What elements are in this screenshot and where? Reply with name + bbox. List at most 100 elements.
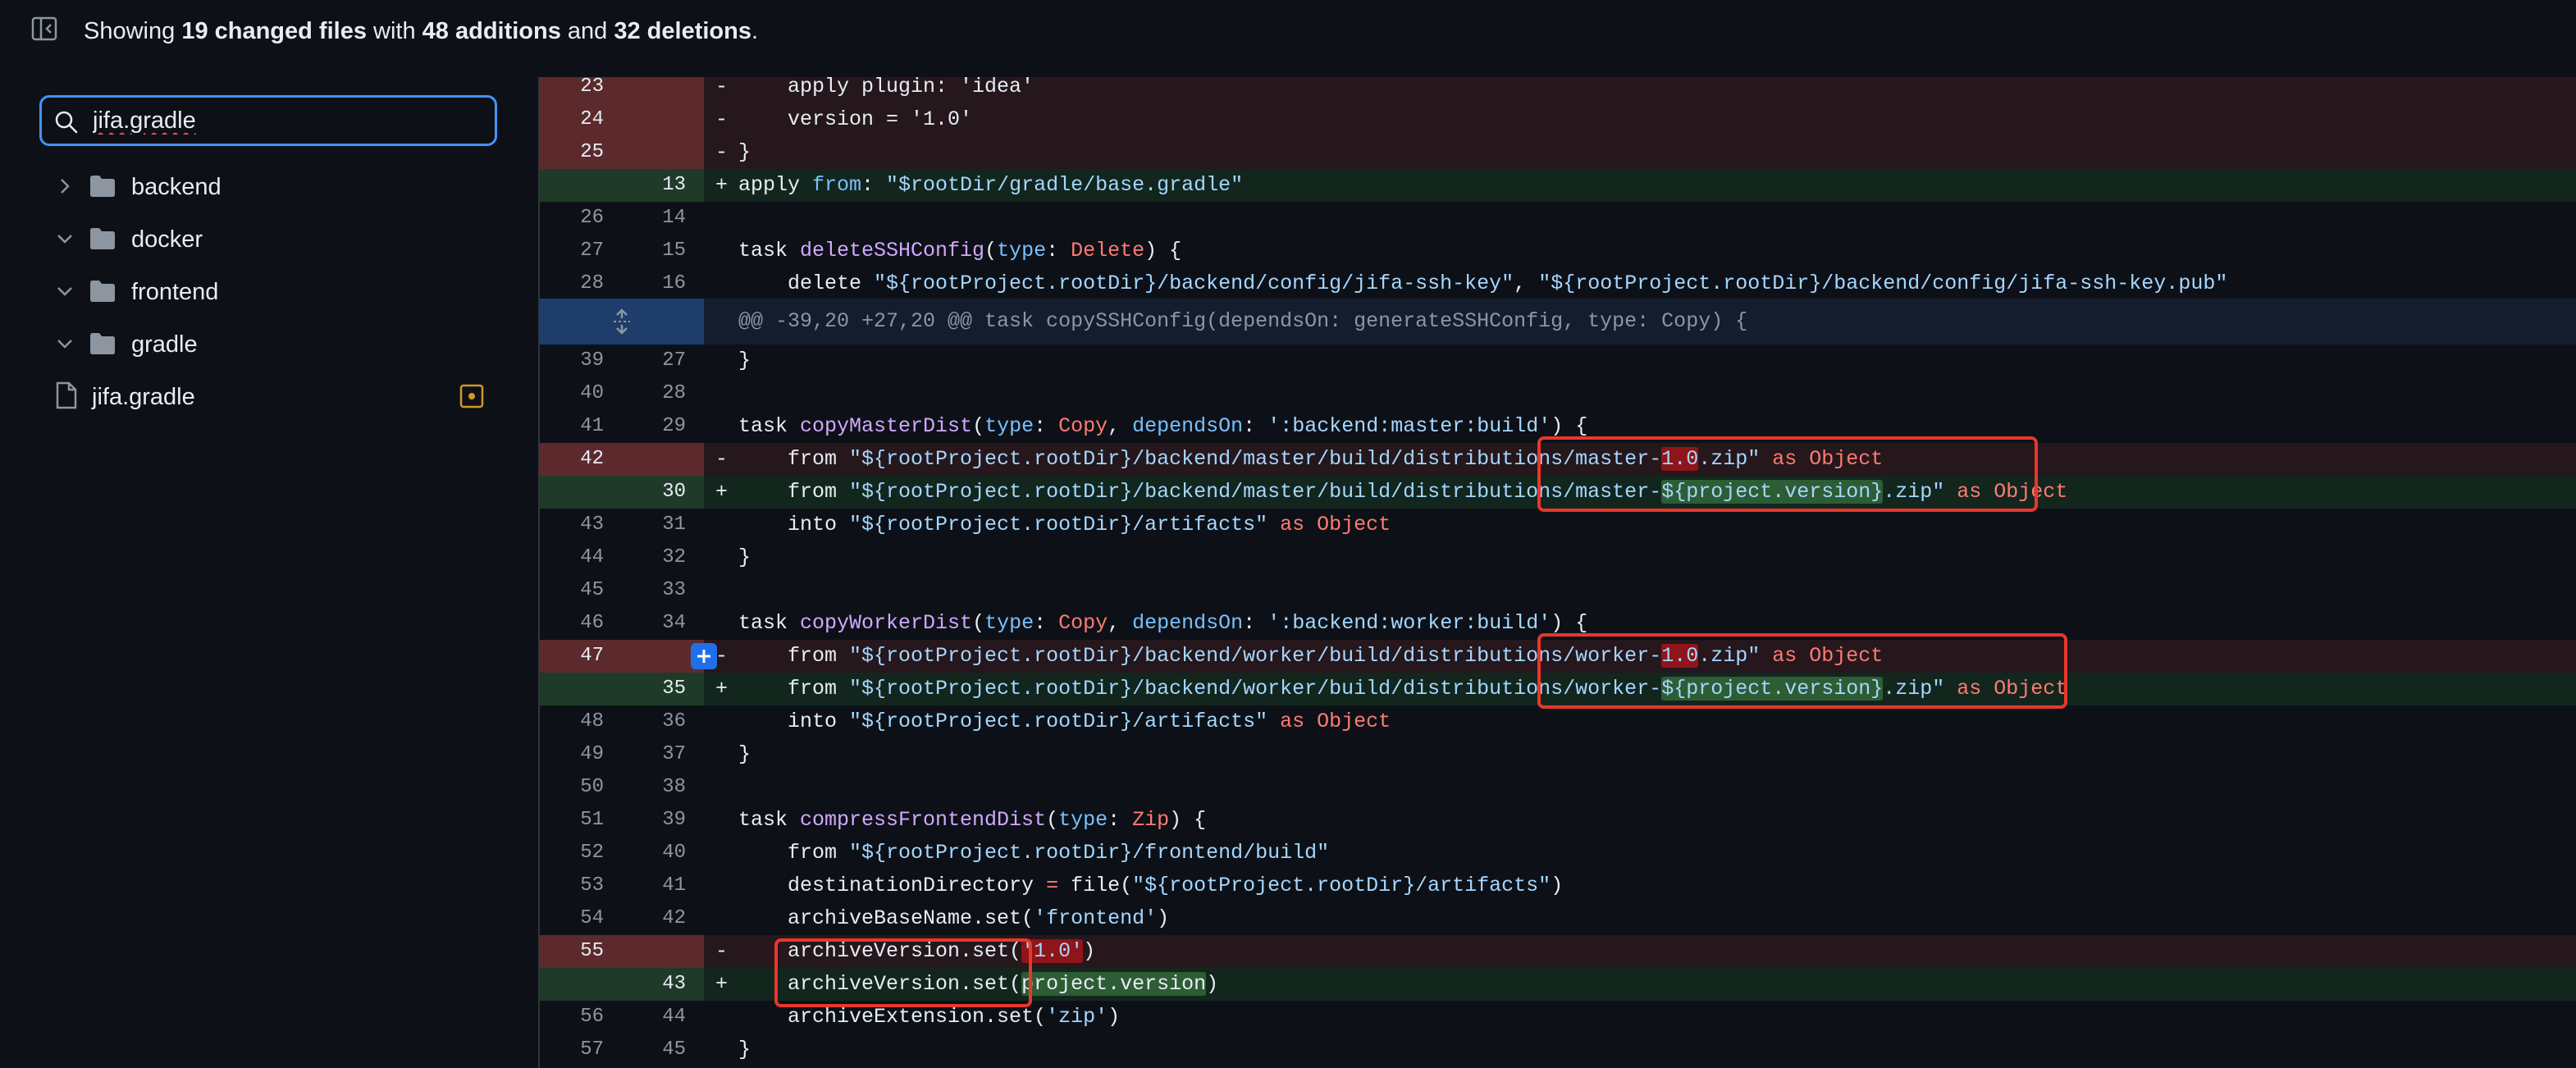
old-line-number[interactable]: 56 [540,1001,622,1034]
new-line-number[interactable]: 36 [622,705,704,738]
diff-line-context[interactable]: 44 32 } [540,541,2576,574]
old-line-number[interactable] [540,476,622,509]
diff-line-context[interactable]: 39 27 } [540,345,2576,377]
diff-line-context[interactable]: 53 41 destinationDirectory = file("${roo… [540,869,2576,902]
new-line-number[interactable]: 31 [622,509,704,541]
old-line-number[interactable] [540,673,622,705]
new-line-number[interactable] [622,136,704,169]
new-line-number[interactable]: 30 [622,476,704,509]
diff-line-deletion[interactable]: 55 - archiveVersion.set('1.0') [540,935,2576,968]
new-line-number[interactable]: 40 [622,837,704,869]
expand-lines-icon[interactable] [610,308,633,335]
old-line-number[interactable]: 43 [540,509,622,541]
diff-line-context[interactable]: 49 37 } [540,738,2576,771]
diff-line-addition[interactable]: 43 + archiveVersion.set(project.version) [540,968,2576,1001]
new-line-number[interactable]: 13 [622,169,704,202]
new-line-number[interactable]: 34 [622,607,704,640]
diff-line-context[interactable]: 41 29 task copyMasterDist(type: Copy, de… [540,410,2576,443]
new-line-number[interactable]: 43 [622,968,704,1001]
old-line-number[interactable]: 46 [540,607,622,640]
old-line-number[interactable]: 49 [540,738,622,771]
new-line-number[interactable]: 45 [622,1034,704,1066]
old-line-number[interactable]: 27 [540,235,622,267]
diff-line-addition[interactable]: 35 + from "${rootProject.rootDir}/backen… [540,673,2576,705]
old-line-number[interactable]: 25 [540,136,622,169]
diff-line-addition[interactable]: 13 + apply from: "$rootDir/gradle/base.g… [540,169,2576,202]
new-line-number[interactable]: 39 [622,804,704,837]
diff-line-addition[interactable]: 30 + from "${rootProject.rootDir}/backen… [540,476,2576,509]
old-line-number[interactable]: 26 [540,202,622,235]
chevron-down-icon[interactable] [53,279,77,304]
old-line-number[interactable]: 44 [540,541,622,574]
diff-line-deletion[interactable]: 25 - } [540,136,2576,169]
new-line-number[interactable]: 41 [622,869,704,902]
diff-line-context[interactable]: 48 36 into "${rootProject.rootDir}/artif… [540,705,2576,738]
new-line-number[interactable] [622,443,704,476]
diff-line-context[interactable]: 54 42 archiveBaseName.set('frontend') [540,902,2576,935]
old-line-number[interactable]: 45 [540,574,622,607]
diff-line-context[interactable]: 26 14 [540,202,2576,235]
diff-line-context[interactable]: 28 16 delete "${rootProject.rootDir}/bac… [540,267,2576,300]
new-line-number[interactable]: 29 [622,410,704,443]
chevron-right-icon[interactable] [53,174,77,199]
sidebar-toggle-icon[interactable] [31,16,57,41]
diff-line-context[interactable]: 27 15 task deleteSSHConfig(type: Delete)… [540,235,2576,267]
new-line-number[interactable]: 14 [622,202,704,235]
new-line-number[interactable]: 37 [622,738,704,771]
diff-line-context[interactable]: 40 28 [540,377,2576,410]
diff-line-context[interactable]: 52 40 from "${rootProject.rootDir}/front… [540,837,2576,869]
old-line-number[interactable]: 24 [540,103,622,136]
file-filter[interactable] [39,95,497,146]
diff-line-context[interactable]: 43 31 into "${rootProject.rootDir}/artif… [540,509,2576,541]
file-filter-input[interactable] [93,104,478,137]
new-line-number[interactable]: 44 [622,1001,704,1034]
new-line-number[interactable]: 35 [622,673,704,705]
old-line-number[interactable]: 51 [540,804,622,837]
old-line-number[interactable]: 52 [540,837,622,869]
new-line-number[interactable]: 33 [622,574,704,607]
old-line-number[interactable]: 39 [540,345,622,377]
diff-line-deletion[interactable]: 23 - apply plugin: 'idea' [540,77,2576,103]
chevron-down-icon[interactable] [53,331,77,356]
old-line-number[interactable]: 50 [540,771,622,804]
new-line-number[interactable] [622,935,704,968]
chevron-down-icon[interactable] [53,226,77,251]
old-line-number[interactable] [540,169,622,202]
diff-line-context[interactable]: 45 33 [540,574,2576,607]
diff-line-deletion[interactable]: 47 - from "${rootProject.rootDir}/backen… [540,640,2576,673]
tree-folder-gradle[interactable]: gradle [46,322,505,367]
old-line-number[interactable]: 54 [540,902,622,935]
diff-line-context[interactable]: 51 39 task compressFrontendDist(type: Zi… [540,804,2576,837]
diff-line-deletion[interactable]: 24 - version = '1.0' [540,103,2576,136]
new-line-number[interactable]: 15 [622,235,704,267]
old-line-number[interactable]: 41 [540,410,622,443]
old-line-number[interactable]: 48 [540,705,622,738]
new-line-number[interactable] [622,103,704,136]
old-line-number[interactable]: 28 [540,267,622,300]
tree-folder-frontend[interactable]: frontend [46,269,505,315]
new-line-number[interactable]: 42 [622,902,704,935]
old-line-number[interactable] [540,968,622,1001]
diff-line-context[interactable]: 57 45 } [540,1034,2576,1066]
old-line-number[interactable]: 40 [540,377,622,410]
new-line-number[interactable]: 38 [622,771,704,804]
new-line-number[interactable] [622,77,704,103]
diff-line-context[interactable]: 56 44 archiveExtension.set('zip') [540,1001,2576,1034]
new-line-number[interactable]: 16 [622,267,704,300]
old-line-number[interactable]: 55 [540,935,622,968]
diff-line-deletion[interactable]: 42 - from "${rootProject.rootDir}/backen… [540,443,2576,476]
old-line-number[interactable]: 47 [540,640,622,673]
tree-folder-backend[interactable]: backend [46,164,505,210]
old-line-number[interactable]: 57 [540,1034,622,1066]
add-comment-button[interactable] [691,643,717,669]
old-line-number[interactable]: 23 [540,77,622,103]
diff-line-context[interactable]: 50 38 [540,771,2576,804]
old-line-number[interactable]: 53 [540,869,622,902]
new-line-number[interactable]: 28 [622,377,704,410]
new-line-number[interactable]: 27 [622,345,704,377]
tree-file-jifa-gradle[interactable]: jifa.gradle [46,374,505,420]
diff-line-context[interactable]: 46 34 task copyWorkerDist(type: Copy, de… [540,607,2576,640]
new-line-number[interactable]: 32 [622,541,704,574]
tree-folder-docker[interactable]: docker [46,217,505,262]
old-line-number[interactable]: 42 [540,443,622,476]
